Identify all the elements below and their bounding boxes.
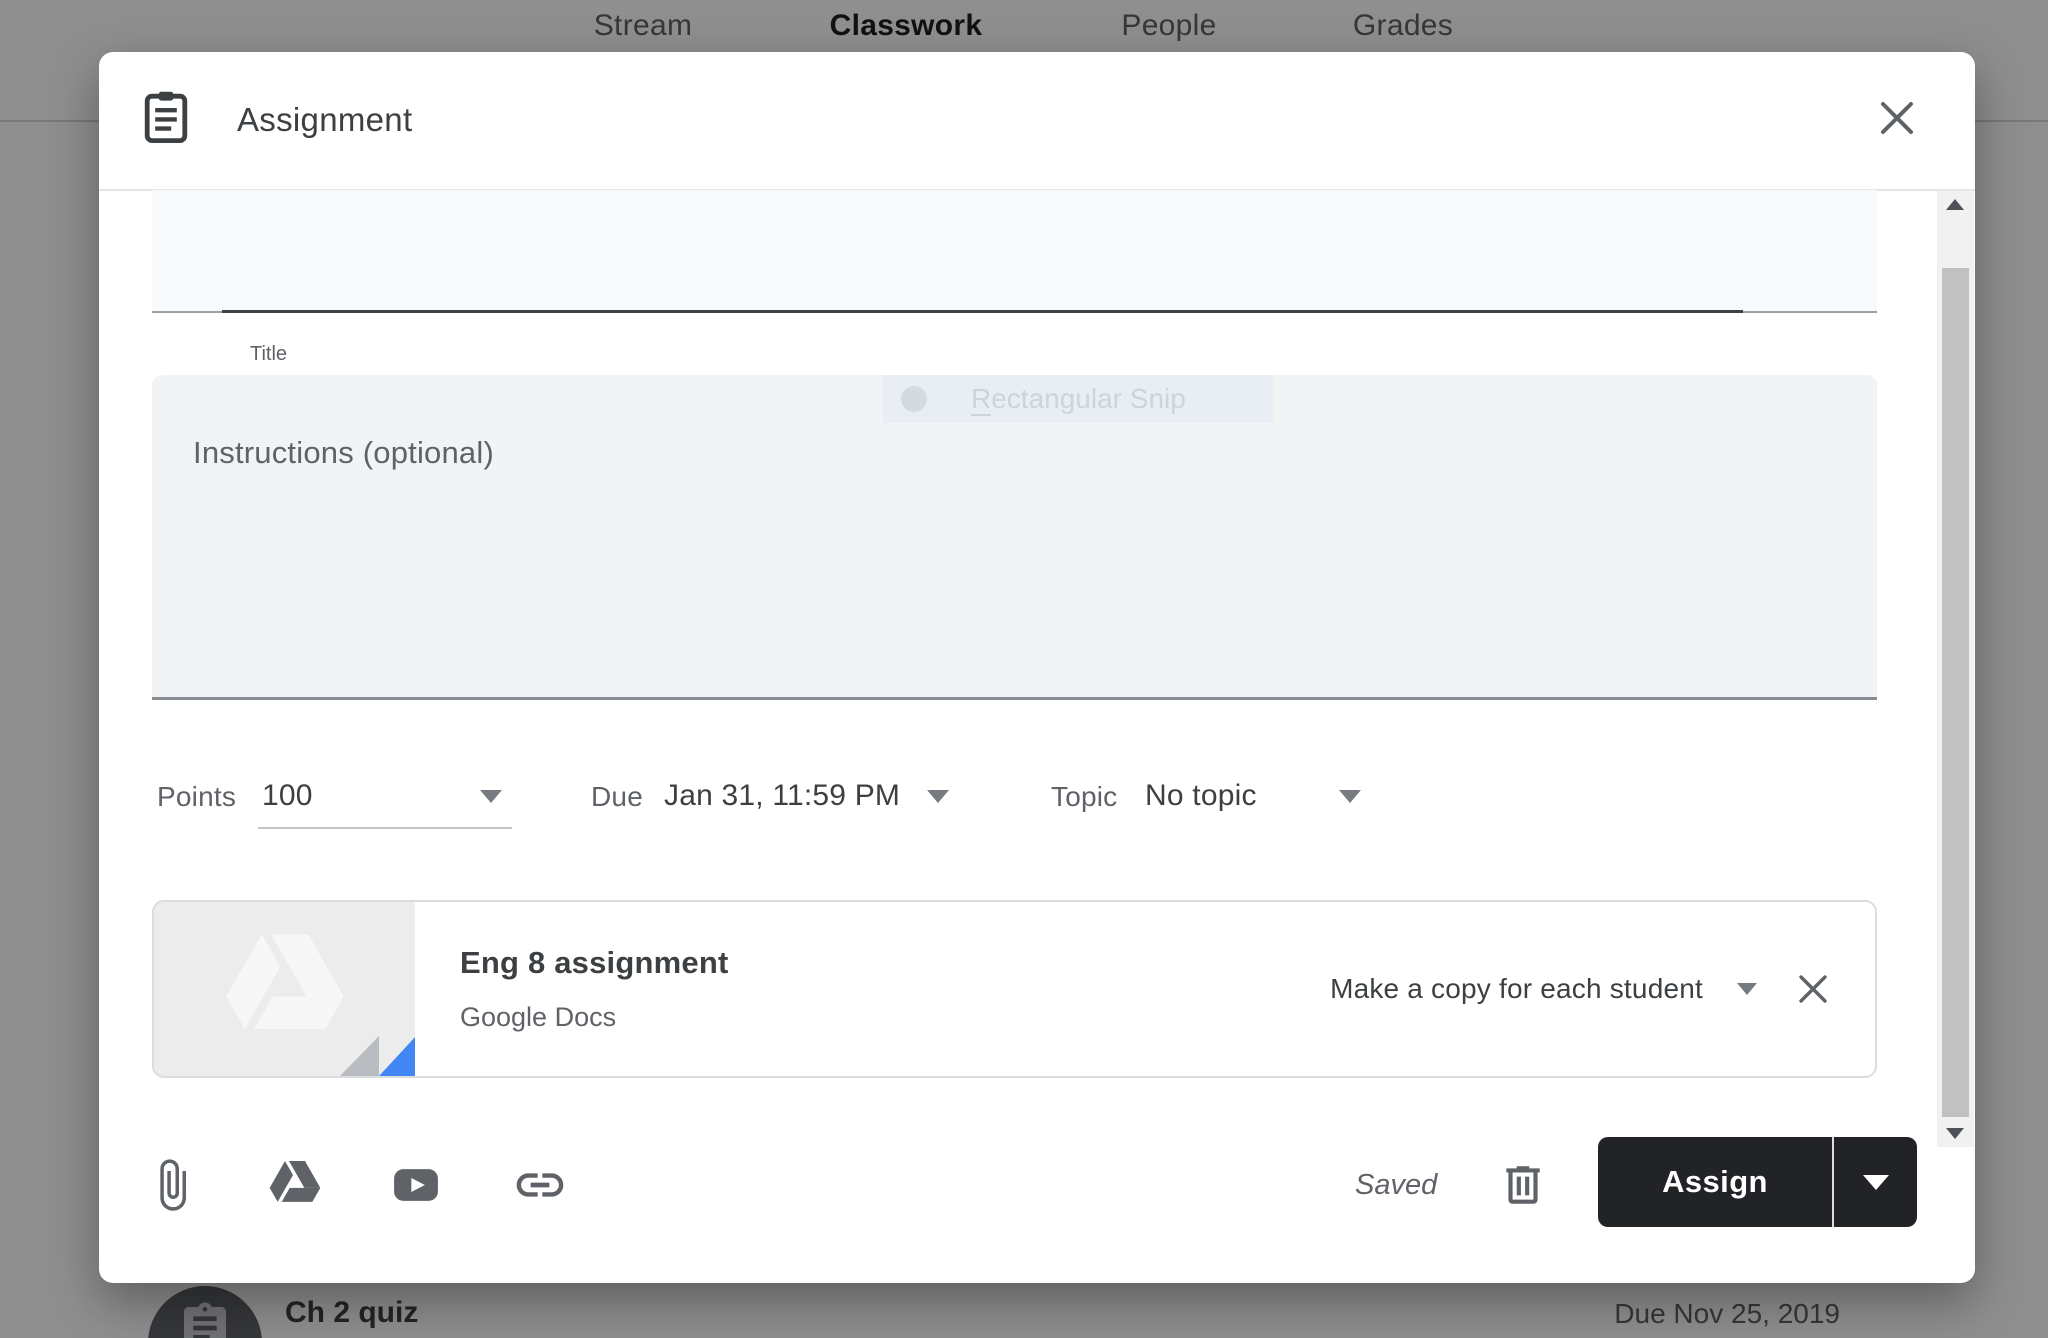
save-status: Saved: [1355, 1169, 1438, 1201]
due-label: Due: [591, 781, 643, 812]
snip-tooltip-text: Rectangular Snip: [971, 383, 1186, 416]
assignment-clipboard-icon: [142, 89, 190, 150]
youtube-icon: [388, 1169, 444, 1217]
add-youtube-button[interactable]: [388, 1157, 444, 1213]
assign-button-label: Assign: [1662, 1164, 1768, 1199]
paperclip-icon: [144, 1159, 200, 1217]
screen: Stream Classwork People Grades Ch 2 quiz…: [0, 0, 2048, 1338]
trash-icon: [1498, 1166, 1548, 1214]
google-drive-icon: [267, 1161, 323, 1211]
assign-split-button: Assign: [1598, 1137, 1917, 1227]
snip-tool-icon: [901, 386, 927, 412]
title-field[interactable]: Title English 8 assignment: [152, 190, 1877, 422]
add-link-button[interactable]: [512, 1157, 568, 1213]
due-dropdown-icon[interactable]: [927, 790, 949, 803]
instructions-field[interactable]: Instructions (optional) Rectangular Snip: [152, 375, 1877, 700]
title-field-label: Title: [250, 343, 288, 365]
remove-attachment-icon[interactable]: [1791, 967, 1835, 1011]
attachment-title[interactable]: Eng 8 assignment: [460, 942, 729, 984]
insert-link-icon: [512, 1173, 568, 1217]
title-underline-focus: [222, 310, 1743, 313]
chevron-down-icon: [1862, 1174, 1889, 1190]
scrollbar-up-icon[interactable]: [1946, 199, 1964, 210]
close-icon[interactable]: [1871, 92, 1923, 144]
instructions-placeholder: Instructions (optional): [193, 435, 494, 470]
attach-file-button[interactable]: [144, 1157, 200, 1213]
dialog-title: Assignment: [237, 101, 413, 138]
add-from-drive-button[interactable]: [267, 1157, 323, 1213]
points-value[interactable]: 100: [262, 776, 313, 816]
topic-label: Topic: [1051, 781, 1118, 812]
scrollbar-thumb[interactable]: [1942, 268, 1969, 1117]
thumbnail-fold-corner: [379, 1036, 415, 1076]
due-value[interactable]: Jan 31, 11:59 PM: [664, 776, 900, 816]
assign-button[interactable]: Assign: [1598, 1137, 1832, 1227]
attachment-thumbnail[interactable]: [154, 902, 415, 1076]
assignment-dialog: Assignment Title English 8 assignment In…: [99, 52, 1975, 1283]
snip-tooltip-ghost: Rectangular Snip: [883, 375, 1273, 423]
attachment-card: Eng 8 assignment Google Docs Make a copy…: [152, 900, 1877, 1078]
assign-options-button[interactable]: [1834, 1137, 1917, 1227]
topic-value[interactable]: No topic: [1145, 776, 1257, 816]
dialog-scrollbar[interactable]: [1937, 191, 1974, 1147]
scrollbar-down-icon[interactable]: [1946, 1128, 1964, 1139]
topic-dropdown-icon[interactable]: [1339, 790, 1361, 803]
delete-draft-button[interactable]: [1498, 1160, 1548, 1210]
attachment-type: Google Docs: [460, 1002, 617, 1032]
points-underline: [258, 827, 512, 829]
points-label: Points: [157, 781, 237, 812]
copy-option-select[interactable]: Make a copy for each student: [1330, 973, 1703, 1005]
google-drive-watermark-icon: [220, 926, 350, 1045]
copy-option-dropdown-icon[interactable]: [1737, 983, 1757, 995]
points-dropdown-icon[interactable]: [480, 790, 502, 803]
